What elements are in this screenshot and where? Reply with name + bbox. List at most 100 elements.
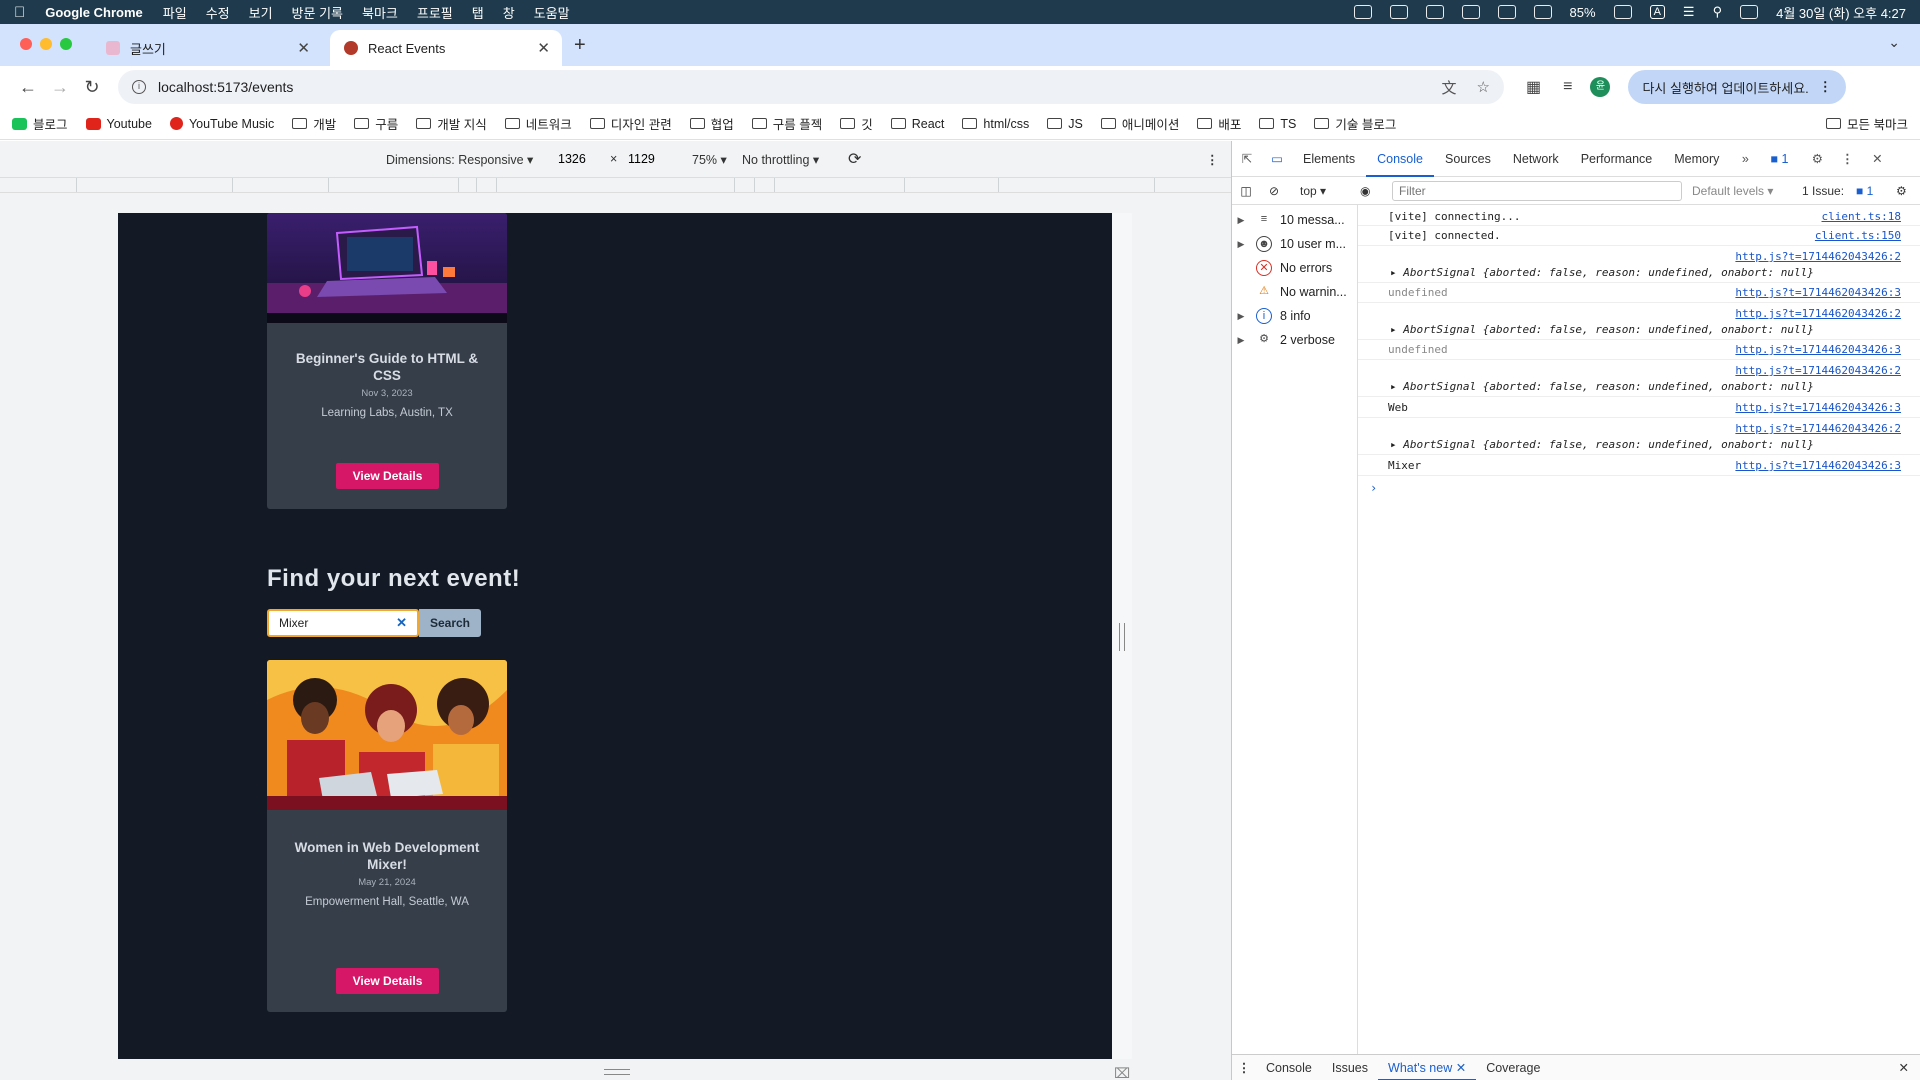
search-button[interactable]: Search bbox=[419, 609, 481, 637]
apple-menu-icon[interactable]:  bbox=[14, 4, 25, 21]
bookmark-folder[interactable]: 디자인 관련 bbox=[589, 114, 672, 133]
log-source-link[interactable]: http.js?t=1714462043426:2 bbox=[1735, 307, 1901, 320]
sidebar-item-warnings[interactable]: ⚠ No warnin... bbox=[1232, 281, 1358, 303]
tab-close-icon[interactable]: ✕ bbox=[537, 39, 550, 57]
tab-performance[interactable]: Performance bbox=[1570, 141, 1664, 177]
live-expression-eye-icon[interactable]: ◉ bbox=[1360, 184, 1370, 198]
clear-console-icon[interactable]: ⊘ bbox=[1260, 184, 1288, 198]
tab-sources[interactable]: Sources bbox=[1434, 141, 1502, 177]
log-levels-dropdown[interactable]: Default levels ▾ bbox=[1692, 184, 1773, 198]
bookmark-folder[interactable]: 기술 블로그 bbox=[1314, 114, 1396, 133]
bookmark-folder[interactable]: 개발 bbox=[292, 114, 336, 133]
expand-caret-icon[interactable]: ▶ bbox=[1232, 215, 1250, 226]
bookmark-star-icon[interactable]: ☆ bbox=[1477, 78, 1490, 96]
profile-avatar[interactable]: 윤 bbox=[1590, 77, 1611, 97]
forward-icon[interactable]: → bbox=[44, 77, 76, 98]
url-text[interactable]: localhost:5173/events bbox=[158, 79, 1422, 95]
view-details-button[interactable]: View Details bbox=[336, 463, 439, 489]
back-icon[interactable]: ← bbox=[12, 77, 44, 98]
new-tab-icon[interactable]: + bbox=[574, 34, 586, 57]
tab-search-icon[interactable]: ⌄ bbox=[1888, 34, 1900, 51]
sidebar-item-info[interactable]: ▶ i 8 info bbox=[1232, 305, 1358, 327]
drawer-tab-issues[interactable]: Issues bbox=[1322, 1055, 1378, 1080]
spotlight-search-icon[interactable]: ⚲ bbox=[1713, 4, 1723, 20]
sidebar-item-messages[interactable]: ▶ ≡ 10 messa... bbox=[1232, 209, 1358, 231]
console-log-row[interactable]: [vite] connected. client.ts:150 bbox=[1358, 226, 1920, 246]
bookmark-folder[interactable]: 배포 bbox=[1197, 114, 1241, 133]
bookmark-folder[interactable]: JS bbox=[1047, 117, 1083, 131]
menu-edit[interactable]: 수정 bbox=[206, 3, 230, 22]
expand-object-icon[interactable]: ▸ bbox=[1390, 380, 1403, 393]
tab-memory[interactable]: Memory bbox=[1663, 141, 1730, 177]
log-source-link[interactable]: client.ts:18 bbox=[1822, 210, 1901, 223]
more-tabs-icon[interactable]: » bbox=[1730, 152, 1760, 166]
view-details-button[interactable]: View Details bbox=[336, 968, 439, 994]
bookmark-folder[interactable]: 협업 bbox=[689, 114, 734, 133]
cloud-icon[interactable] bbox=[1425, 5, 1444, 19]
console-prompt-icon[interactable]: › bbox=[1370, 481, 1377, 495]
log-source-link[interactable]: http.js?t=1714462043426:3 bbox=[1735, 286, 1901, 299]
bookmark-folder[interactable]: 구름 플젝 bbox=[751, 114, 822, 133]
menu-tab[interactable]: 탭 bbox=[472, 3, 484, 22]
bookmark-folder[interactable]: 깃 bbox=[840, 114, 873, 133]
throttling-dropdown[interactable]: No throttling ▾ bbox=[742, 152, 819, 167]
settings-gear-icon[interactable]: ⚙ bbox=[1802, 151, 1832, 166]
bookmark-folder[interactable]: html/css bbox=[962, 117, 1029, 131]
issues-label[interactable]: 1 Issue: bbox=[1802, 184, 1844, 198]
close-window-icon[interactable] bbox=[20, 38, 32, 50]
expand-object-icon[interactable]: ▸ bbox=[1390, 266, 1403, 279]
inspect-element-icon[interactable]: ⇱ bbox=[1232, 151, 1262, 166]
drawer-menu-icon[interactable]: ⋮ bbox=[1232, 1060, 1256, 1075]
tab-react-events[interactable]: React Events ✕ bbox=[330, 30, 562, 66]
console-log-row[interactable]: http.js?t=1714462043426:2 ▸ AbortSignal … bbox=[1358, 360, 1920, 397]
log-source-link[interactable]: http.js?t=1714462043426:2 bbox=[1735, 250, 1901, 263]
context-selector[interactable]: top ▾ bbox=[1300, 184, 1326, 198]
sidebar-item-errors[interactable]: ✕ No errors bbox=[1232, 257, 1358, 279]
issues-badge[interactable]: ■ 1 bbox=[1770, 152, 1788, 166]
expand-object-icon[interactable]: ▸ bbox=[1390, 438, 1403, 451]
menu-window[interactable]: 창 bbox=[503, 3, 515, 22]
bookmark-folder[interactable]: 개발 지식 bbox=[416, 114, 487, 133]
console-log-row[interactable]: Web http.js?t=1714462043426:3 bbox=[1358, 397, 1920, 418]
bookmark-folder[interactable]: TS bbox=[1259, 117, 1296, 131]
volume-icon[interactable] bbox=[1533, 5, 1552, 19]
rotate-icon[interactable]: ⟳ bbox=[848, 149, 861, 169]
media-query-ruler[interactable] bbox=[0, 177, 1231, 193]
extensions-icon[interactable]: ▦ bbox=[1526, 77, 1541, 97]
app-menu[interactable]: Google Chrome bbox=[45, 5, 143, 20]
monitor-icon[interactable] bbox=[1497, 5, 1516, 19]
tab-writing[interactable]: 글쓰기 ✕ bbox=[92, 30, 322, 66]
bookmark-folder[interactable]: React bbox=[890, 117, 944, 131]
console-log-row[interactable]: undefined http.js?t=1714462043426:3 bbox=[1358, 283, 1920, 303]
control-center-icon[interactable] bbox=[1740, 5, 1759, 19]
event-search-input[interactable]: Mixer ✕ bbox=[267, 609, 419, 637]
viewport-resize-handle-right[interactable] bbox=[1119, 623, 1125, 651]
battery-icon[interactable] bbox=[1613, 5, 1632, 19]
tab-close-icon[interactable]: ✕ bbox=[297, 39, 310, 57]
sidebar-toggle-icon[interactable]: ◫ bbox=[1232, 184, 1260, 198]
close-devtools-icon[interactable]: ✕ bbox=[1862, 151, 1892, 166]
wifi-icon[interactable]: ☰ bbox=[1683, 4, 1695, 20]
bookmark-youtube[interactable]: Youtube bbox=[85, 117, 152, 131]
drawer-tab-console[interactable]: Console bbox=[1256, 1055, 1322, 1080]
expand-caret-icon[interactable]: ▶ bbox=[1232, 335, 1250, 346]
menubar-clock[interactable]: 4월 30일 (화) 오후 4:27 bbox=[1776, 3, 1906, 22]
log-source-link[interactable]: http.js?t=1714462043426:3 bbox=[1735, 459, 1901, 472]
site-info-icon[interactable]: i bbox=[132, 80, 146, 94]
console-log-row[interactable]: [vite] connecting... client.ts:18 bbox=[1358, 205, 1920, 226]
issues-count[interactable]: ■ 1 bbox=[1856, 184, 1873, 198]
console-log-row[interactable]: http.js?t=1714462043426:2 ▸ AbortSignal … bbox=[1358, 418, 1920, 455]
dimensions-dropdown[interactable]: Dimensions: Responsive ▾ bbox=[386, 152, 533, 167]
menu-view[interactable]: 보기 bbox=[249, 3, 273, 22]
input-source-icon[interactable]: A bbox=[1649, 5, 1665, 19]
device-more-options-icon[interactable]: ⋮ bbox=[1206, 152, 1219, 167]
drawer-tab-whats-new[interactable]: What's new ✕ bbox=[1378, 1055, 1477, 1080]
update-button[interactable]: 다시 실행하여 업데이트하세요. ⋮ bbox=[1628, 70, 1846, 104]
reload-icon[interactable]: ↻ bbox=[76, 77, 108, 98]
device-width-input[interactable] bbox=[558, 150, 608, 168]
minimize-window-icon[interactable] bbox=[40, 38, 52, 50]
zoom-window-icon[interactable] bbox=[60, 38, 72, 50]
bookmark-youtube-music[interactable]: YouTube Music bbox=[169, 117, 274, 131]
console-log-row[interactable]: undefined http.js?t=1714462043426:3 bbox=[1358, 340, 1920, 360]
reading-list-icon[interactable]: ≡ bbox=[1563, 78, 1572, 96]
